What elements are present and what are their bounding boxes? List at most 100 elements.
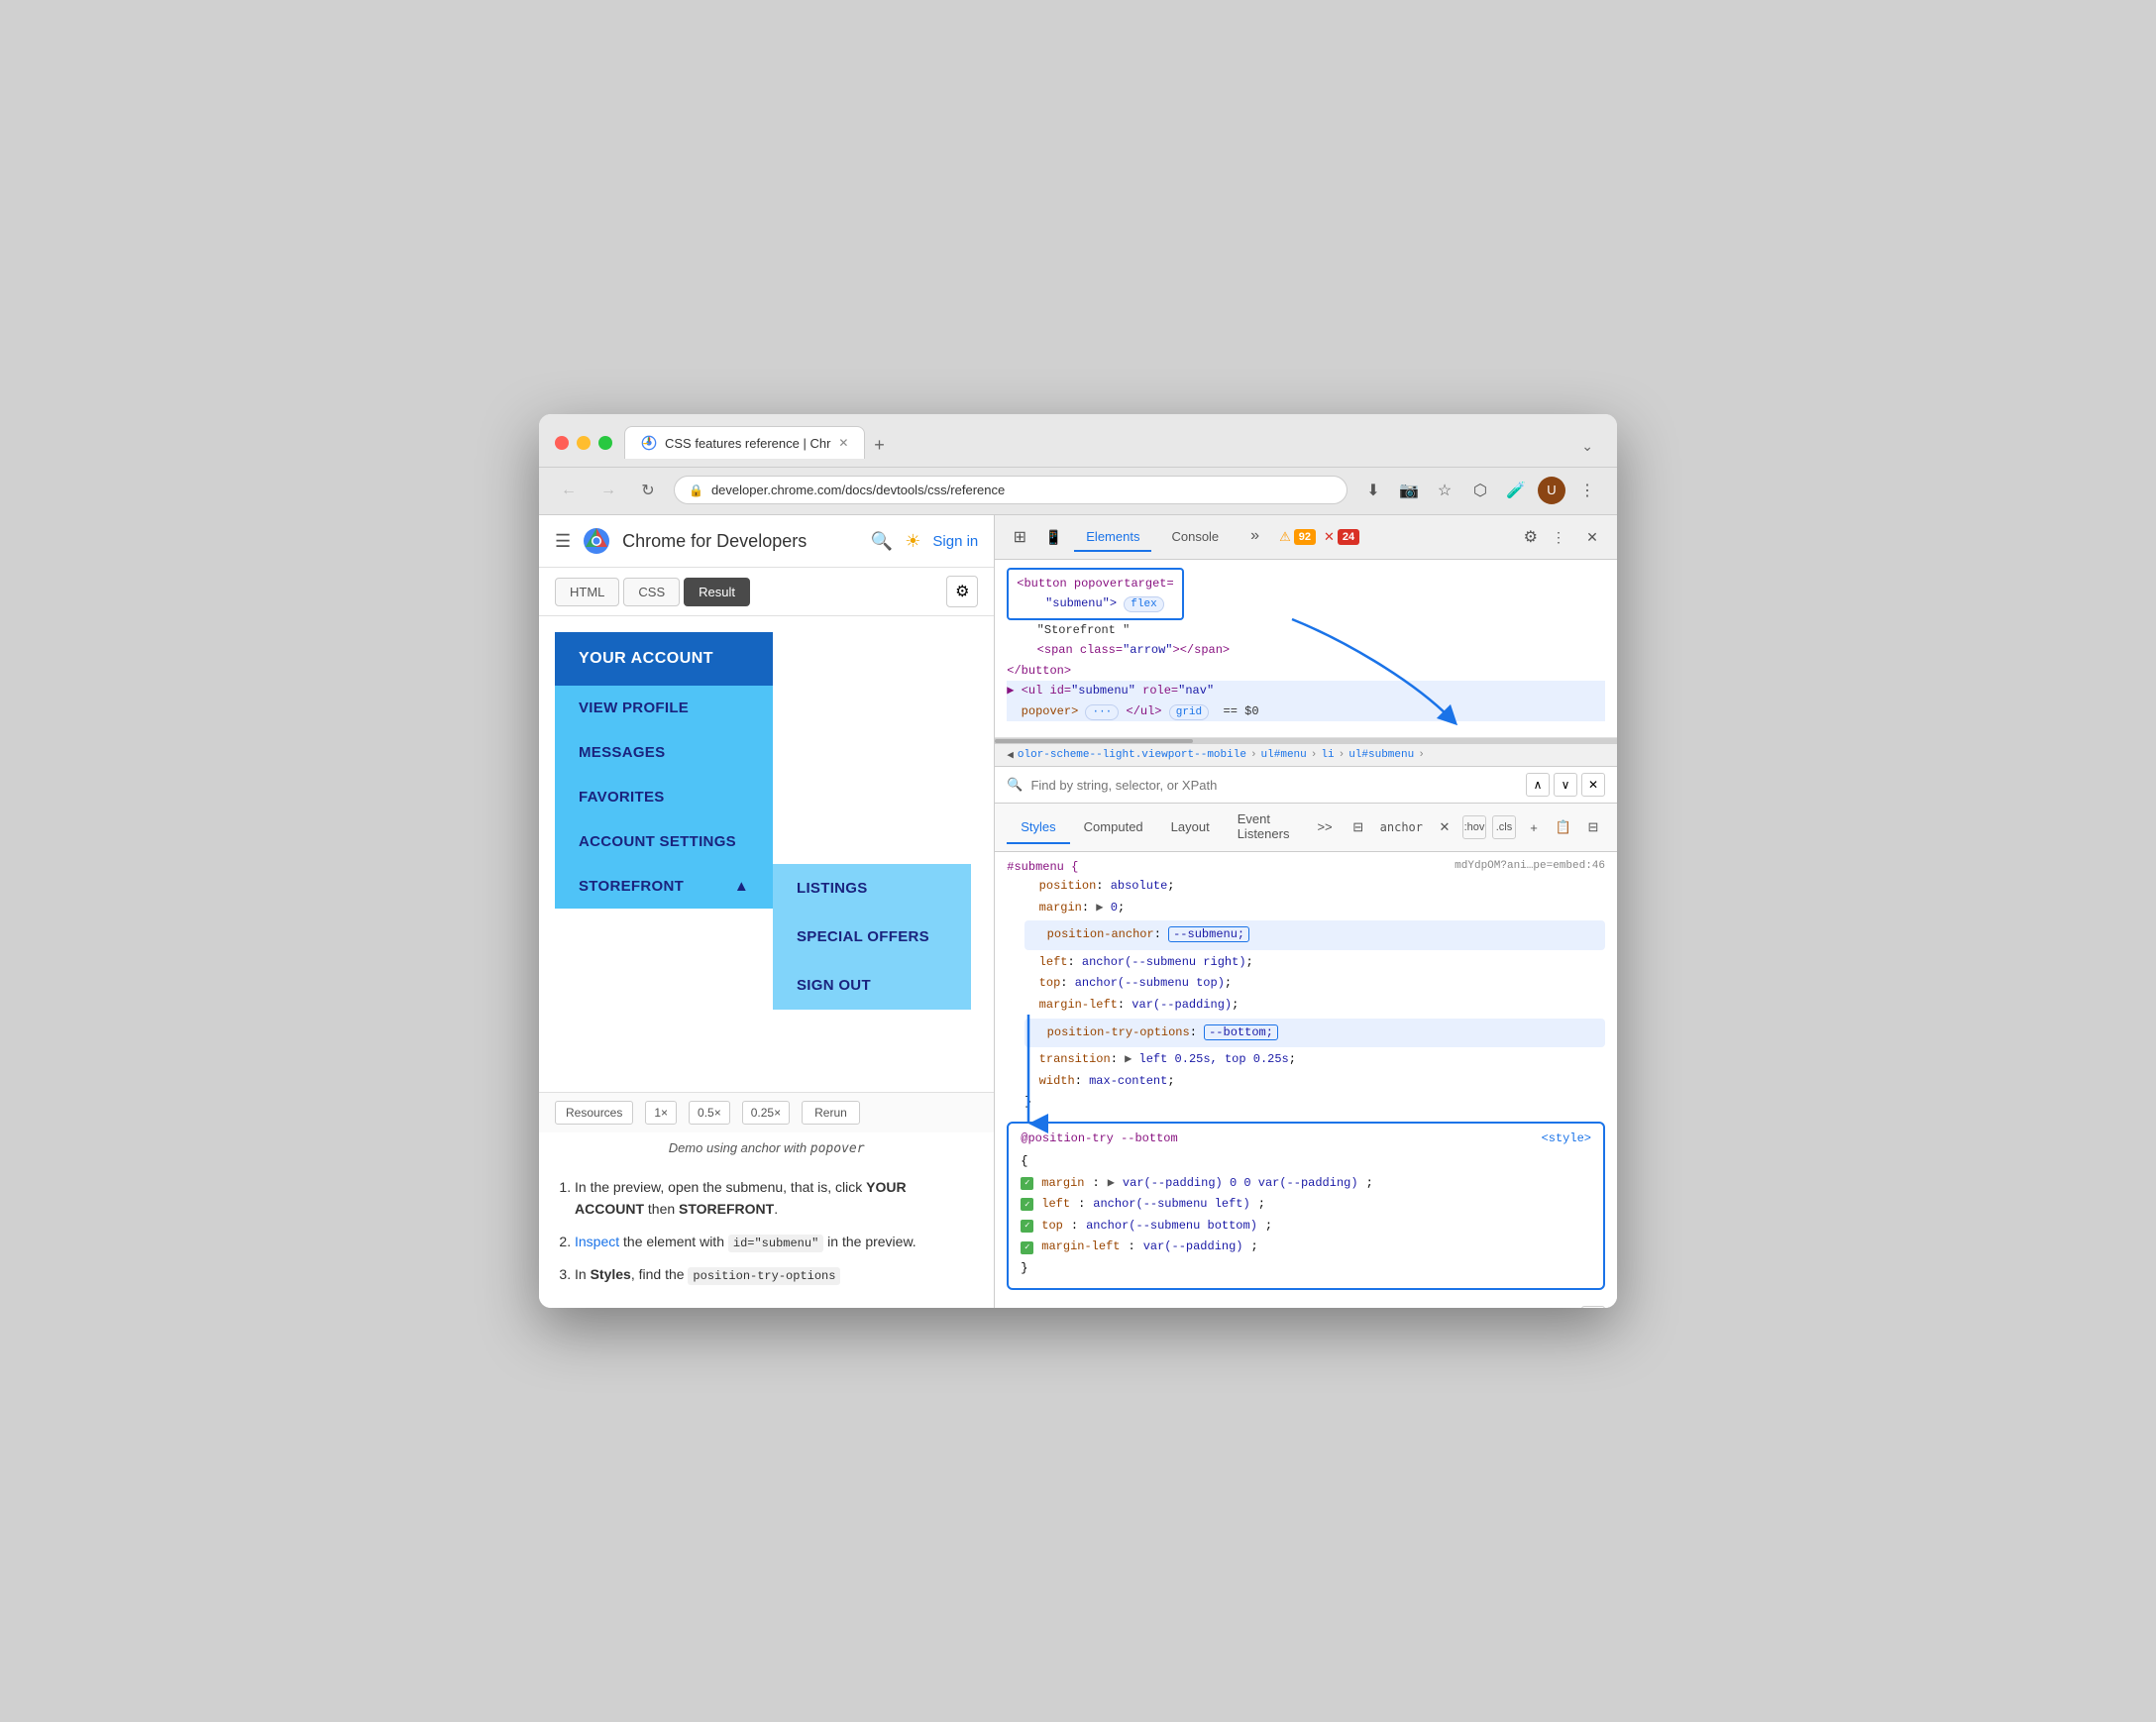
chrome-logo-icon: [583, 527, 610, 555]
warning-count: 92: [1294, 529, 1316, 545]
tab-close-button[interactable]: ✕: [838, 436, 848, 450]
chrome-dev-title: Chrome for Developers: [622, 531, 859, 552]
labs-icon[interactable]: 🧪: [1502, 477, 1530, 504]
view-profile-item[interactable]: VIEW PROFILE: [555, 686, 773, 730]
checkbox-margin-left[interactable]: ✓: [1021, 1241, 1033, 1254]
copy-style-icon[interactable]: 📋: [1552, 815, 1575, 839]
elements-tab[interactable]: Elements: [1074, 523, 1151, 552]
flex-chip: flex: [1124, 596, 1163, 612]
code-settings-button[interactable]: ⚙: [946, 576, 978, 607]
reload-button[interactable]: ↻: [634, 477, 662, 504]
hamburger-menu-icon[interactable]: ☰: [555, 531, 571, 552]
active-tab[interactable]: CSS features reference | Chr ✕: [624, 426, 865, 459]
instructions: In the preview, open the submenu, that i…: [539, 1164, 994, 1308]
messages-item[interactable]: MESSAGES: [555, 730, 773, 775]
favorites-item[interactable]: FAVORITES: [555, 775, 773, 819]
menu-icon[interactable]: ⋮: [1573, 477, 1601, 504]
minimize-button[interactable]: [577, 436, 591, 450]
instruction-3: In Styles, find the position-try-options: [575, 1263, 978, 1286]
breadcrumb-item-4[interactable]: ul#submenu: [1348, 749, 1414, 761]
theme-toggle-icon[interactable]: ☀: [905, 531, 920, 552]
extension-icon[interactable]: ⬡: [1466, 477, 1494, 504]
security-icon: 🔒: [689, 484, 703, 497]
devtools-more-icon[interactable]: ⋮: [1546, 524, 1571, 550]
styles-tab[interactable]: Styles: [1007, 811, 1069, 844]
layout-tab[interactable]: Layout: [1157, 811, 1224, 844]
rerun-button[interactable]: Rerun: [802, 1101, 860, 1125]
forward-button[interactable]: →: [594, 477, 622, 504]
toggle-sidebar-icon[interactable]: ⊟: [1581, 815, 1605, 839]
chrome-dev-header: ☰ Chrome for Developers 🔍 ☀ Sign in: [539, 515, 994, 568]
add-rule-button[interactable]: +: [1581, 1306, 1605, 1309]
checkbox-top[interactable]: ✓: [1021, 1220, 1033, 1233]
resources-label[interactable]: Resources: [555, 1101, 633, 1125]
storefront-item[interactable]: STOREFRONT ▲: [555, 864, 773, 909]
filter-close-button[interactable]: ✕: [1581, 773, 1605, 797]
account-settings-item[interactable]: ACCOUNT SETTINGS: [555, 819, 773, 864]
download-icon[interactable]: ⬇: [1359, 477, 1387, 504]
scale-05x-button[interactable]: 0.5×: [689, 1101, 730, 1125]
css-panel: #submenu { mdYdpOM?ani…pe=embed:46 posit…: [995, 852, 1617, 1308]
search-icon[interactable]: 🔍: [871, 531, 893, 552]
sign-out-item[interactable]: SIGN OUT: [773, 961, 971, 1010]
step1-bold2: STOREFRONT: [679, 1201, 774, 1217]
devtools-close-icon[interactable]: ✕: [1579, 524, 1605, 550]
filter-funnel-icon[interactable]: ⊟: [1347, 815, 1370, 839]
device-toolbar-icon[interactable]: 📱: [1040, 524, 1066, 550]
storefront-arrow-icon: ▲: [734, 878, 749, 895]
your-account-button[interactable]: YOUR ACCOUNT: [555, 632, 773, 686]
bookmark-icon[interactable]: ☆: [1431, 477, 1458, 504]
more-tabs-button[interactable]: »: [1239, 521, 1271, 553]
ellipsis-chip: ···: [1085, 704, 1119, 720]
inspect-element-icon[interactable]: ⊞: [1007, 524, 1032, 550]
filter-down-button[interactable]: ∨: [1554, 773, 1577, 797]
breadcrumb-item-1[interactable]: olor-scheme--light.viewport--mobile: [1018, 749, 1246, 761]
css-prop-width: width: max-content;: [1024, 1071, 1605, 1093]
breadcrumb-item-2[interactable]: ul#menu: [1261, 749, 1307, 761]
sign-in-button[interactable]: Sign in: [932, 533, 978, 550]
scale-1x-button[interactable]: 1×: [645, 1101, 677, 1125]
checkbox-margin[interactable]: ✓: [1021, 1177, 1033, 1190]
html-line-1: <button popovertarget=: [1017, 574, 1173, 593]
html-tab[interactable]: HTML: [555, 578, 619, 606]
pseudo-hov-button[interactable]: :hov: [1462, 815, 1486, 839]
address-input[interactable]: 🔒 developer.chrome.com/docs/devtools/css…: [674, 476, 1348, 504]
filter-anchor-text: anchor: [1376, 820, 1427, 834]
result-tab[interactable]: Result: [684, 578, 750, 606]
tab-expand-button[interactable]: ⌄: [1573, 434, 1601, 459]
title-bar: CSS features reference | Chr ✕ + ⌄: [539, 414, 1617, 468]
filter-up-button[interactable]: ∧: [1526, 773, 1550, 797]
event-listeners-tab[interactable]: Event Listeners: [1224, 804, 1304, 851]
more-style-tabs[interactable]: >>: [1303, 811, 1346, 844]
listings-item[interactable]: LISTINGS: [773, 864, 971, 913]
at-rule-name: @position-try --bottom: [1021, 1131, 1177, 1145]
inspect-link[interactable]: Inspect: [575, 1234, 619, 1249]
breadcrumb-item-3[interactable]: li: [1321, 749, 1334, 761]
at-rule-source[interactable]: <style>: [1542, 1131, 1591, 1145]
avatar[interactable]: U: [1538, 477, 1565, 504]
console-tab[interactable]: Console: [1159, 523, 1231, 552]
camera-off-icon[interactable]: 📷: [1395, 477, 1423, 504]
html-line-3: "Storefront ": [1007, 620, 1605, 640]
error-badge: ✕ 24: [1324, 529, 1359, 545]
fullscreen-button[interactable]: [598, 436, 612, 450]
close-button[interactable]: [555, 436, 569, 450]
back-button[interactable]: ←: [555, 477, 583, 504]
at-rule-open-brace: {: [1021, 1151, 1591, 1173]
code-tabs: HTML CSS Result ⚙: [539, 568, 994, 616]
add-rule-container: +: [1007, 1298, 1605, 1309]
html-line-7: popover> ··· </ul> grid == $0: [1007, 701, 1605, 722]
css-tab[interactable]: CSS: [623, 578, 680, 606]
special-offers-item[interactable]: SPECIAL OFFERS: [773, 913, 971, 961]
add-style-icon[interactable]: +: [1522, 815, 1546, 839]
computed-tab[interactable]: Computed: [1070, 811, 1157, 844]
scale-025x-button[interactable]: 0.25×: [742, 1101, 790, 1125]
scroll-thumb[interactable]: [995, 739, 1193, 743]
devtools-settings-icon[interactable]: ⚙: [1524, 527, 1538, 547]
new-tab-button[interactable]: +: [865, 431, 893, 459]
checkbox-left[interactable]: ✓: [1021, 1198, 1033, 1211]
clear-filter-icon[interactable]: ✕: [1433, 815, 1456, 839]
cls-button[interactable]: .cls: [1492, 815, 1516, 839]
filter-input[interactable]: [1030, 778, 1518, 793]
css-rule-header: #submenu { mdYdpOM?ani…pe=embed:46: [1007, 860, 1605, 874]
